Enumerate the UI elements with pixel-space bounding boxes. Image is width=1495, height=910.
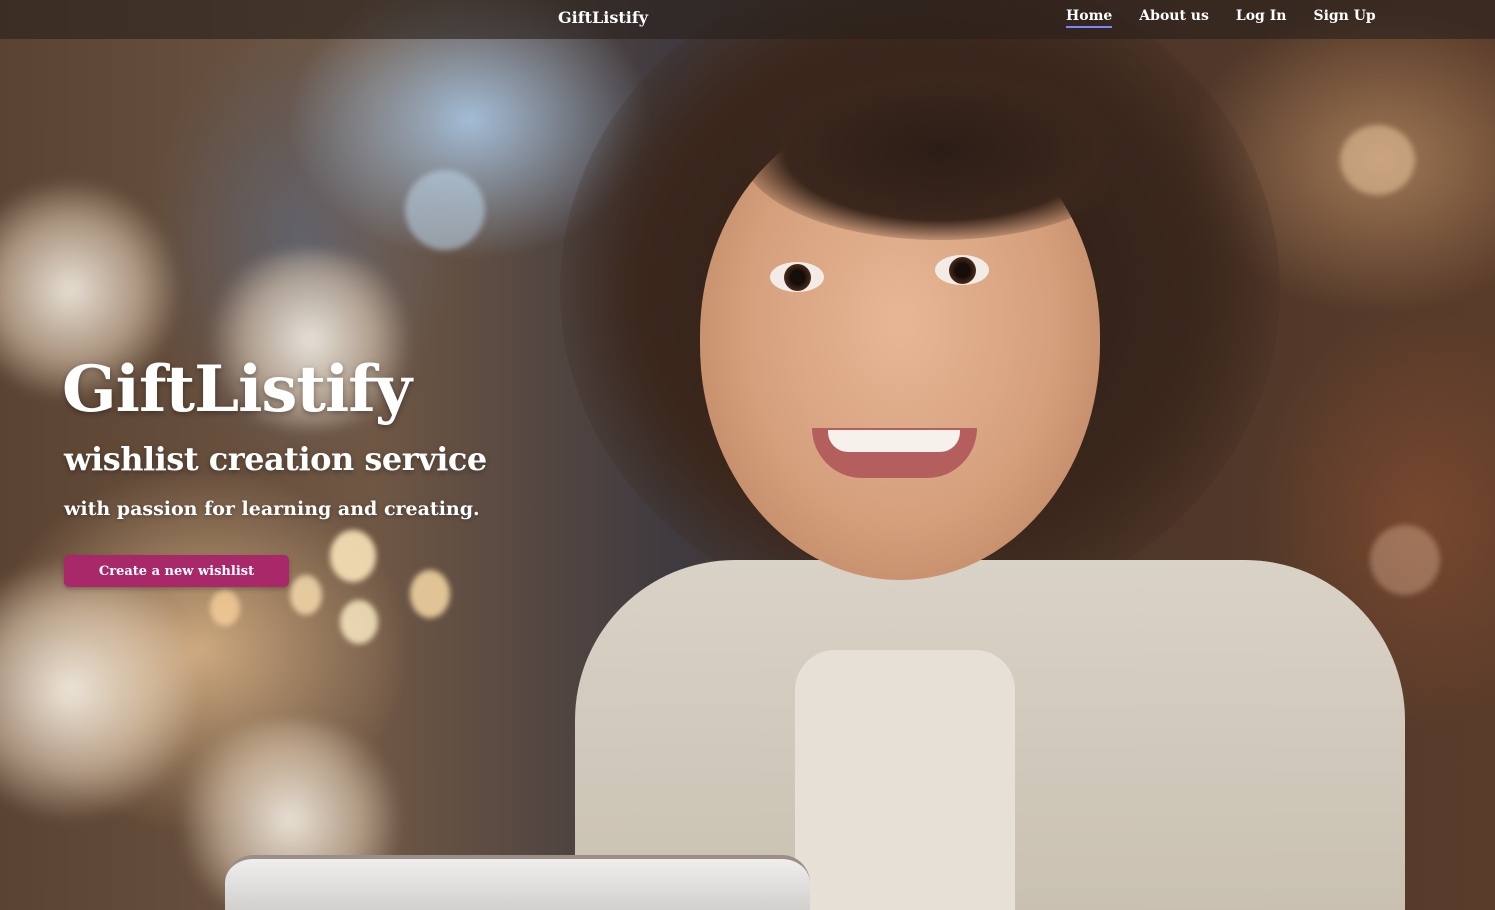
bokeh-light	[1370, 525, 1440, 595]
right-eye	[935, 255, 989, 285]
shirt-shape	[795, 650, 1015, 910]
bokeh-light	[410, 570, 450, 618]
hero-tagline: with passion for learning and creating.	[64, 498, 480, 520]
flower-blur	[0, 560, 200, 820]
nav-link-sign-up[interactable]: Sign Up	[1313, 8, 1375, 28]
hero-title: GiftListify	[62, 352, 412, 427]
bokeh-light	[405, 170, 485, 250]
left-iris	[784, 264, 811, 291]
teeth-shape	[828, 430, 960, 452]
left-eye	[770, 262, 824, 292]
bokeh-light	[290, 575, 322, 615]
hero-subtitle: wishlist creation service	[64, 440, 487, 478]
create-wishlist-button[interactable]: Create a new wishlist	[64, 555, 289, 587]
nav-link-home[interactable]: Home	[1066, 8, 1113, 28]
bokeh-light	[330, 530, 376, 582]
nav-link-log-in[interactable]: Log In	[1236, 8, 1287, 28]
nav-brand[interactable]: GiftListify	[558, 8, 648, 27]
bokeh-light	[210, 590, 240, 626]
bokeh-light	[1340, 125, 1415, 195]
nav-links: Home About us Log In Sign Up	[1066, 8, 1376, 28]
bokeh-light	[340, 600, 378, 644]
tablet-device	[225, 855, 810, 910]
bangs-shape	[740, 60, 1140, 240]
right-iris	[949, 257, 976, 284]
nav-link-about-us[interactable]: About us	[1139, 8, 1209, 28]
top-navbar: GiftListify Home About us Log In Sign Up	[0, 0, 1495, 39]
